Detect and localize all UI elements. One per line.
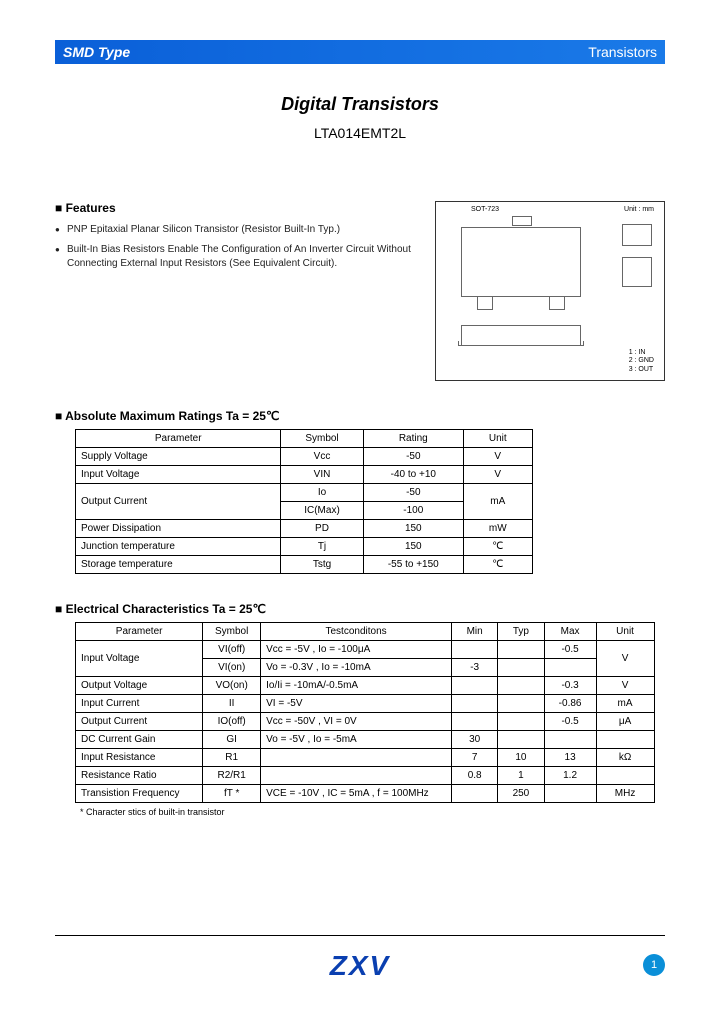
features-list: PNP Epitaxial Planar Silicon Transistor … [55, 223, 425, 271]
col-header: Unit [464, 430, 533, 448]
table-row: Output Current IO(off) Vcc = -50V , VI =… [76, 713, 655, 731]
doc-title: Digital Transistors [55, 94, 665, 115]
abs-max-table: Parameter Symbol Rating Unit Supply Volt… [75, 429, 533, 574]
features-row: Features PNP Epitaxial Planar Silicon Tr… [55, 201, 665, 381]
pin-label: 2 : GND [629, 357, 654, 365]
col-header: Symbol [281, 430, 363, 448]
col-header: Unit [596, 623, 654, 641]
page-number: 1 [643, 954, 665, 976]
col-header: Symbol [203, 623, 261, 641]
table-row: Transistion Frequency fT * VCE = -10V , … [76, 785, 655, 803]
table-row: Input Resistance R1 7 10 13 kΩ [76, 749, 655, 767]
brand-logo: ZXV [330, 950, 390, 982]
col-header: Parameter [76, 623, 203, 641]
table-row: Resistance Ratio R2/R1 0.8 1 1.2 [76, 767, 655, 785]
table-row: Junction temperature Tj 150 ℃ [76, 538, 533, 556]
table-row: Output Voltage VO(on) Io/Ii = -10mA/-0.5… [76, 677, 655, 695]
col-header: Testconditons [261, 623, 452, 641]
package-label: SOT-723 [471, 206, 499, 213]
package-diagram: SOT-723 Unit : mm 1 : IN 2 : GND 3 : OUT [435, 201, 665, 381]
footer: ZXV 1 [55, 935, 665, 982]
col-header: Typ [498, 623, 544, 641]
header-bar: SMD Type Transistors [55, 40, 665, 64]
col-header: Min [452, 623, 498, 641]
table-row: Output Current Io -50 mA [76, 484, 533, 502]
pin-label: 1 : IN [629, 349, 654, 357]
table-row: Input Current II VI = -5V -0.86 mA [76, 695, 655, 713]
part-number: LTA014EMT2L [55, 125, 665, 141]
elec-heading: Electrical Characteristics Ta = 25℃ [55, 602, 665, 616]
col-header: Parameter [76, 430, 281, 448]
elec-footnote: * Character stics of built-in transistor [80, 807, 665, 817]
pin-label: 3 : OUT [629, 366, 654, 374]
unit-label: Unit : mm [624, 206, 654, 213]
pin-list: 1 : IN 2 : GND 3 : OUT [629, 349, 654, 374]
table-row: Power Dissipation PD 150 mW [76, 520, 533, 538]
table-row: Input Voltage VIN -40 to +10 V [76, 466, 533, 484]
header-type: Transistors [588, 44, 657, 60]
table-row: Storage temperature Tstg -55 to +150 ℃ [76, 556, 533, 574]
feature-item: PNP Epitaxial Planar Silicon Transistor … [55, 223, 425, 237]
header-category: SMD Type [63, 44, 130, 60]
features-heading: Features [55, 201, 425, 215]
table-row: Input Voltage VI(off) Vcc = -5V , Io = -… [76, 641, 655, 659]
table-row: Supply Voltage Vcc -50 V [76, 448, 533, 466]
col-header: Rating [363, 430, 463, 448]
table-row: DC Current Gain GI Vo = -5V , Io = -5mA … [76, 731, 655, 749]
elec-char-table: Parameter Symbol Testconditons Min Typ M… [75, 622, 655, 803]
abs-max-heading: Absolute Maximum Ratings Ta = 25℃ [55, 409, 665, 423]
feature-item: Built-In Bias Resistors Enable The Confi… [55, 243, 425, 271]
col-header: Max [544, 623, 596, 641]
